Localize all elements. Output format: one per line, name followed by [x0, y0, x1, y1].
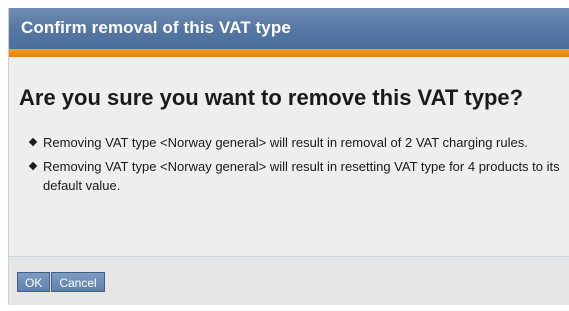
button-bar: OK Cancel: [9, 257, 569, 305]
consequence-list: Removing VAT type <Norway general> will …: [9, 133, 569, 195]
ok-button[interactable]: OK: [17, 272, 51, 292]
dialog-title: Confirm removal of this VAT type: [21, 18, 291, 37]
title-accent-rule: [9, 49, 569, 57]
bullet-diamond-icon: [28, 161, 38, 171]
consequence-item: Removing VAT type <Norway general> will …: [28, 133, 569, 152]
dialog-title-bar: Confirm removal of this VAT type: [9, 8, 569, 49]
consequence-text: Removing VAT type <Norway general> will …: [43, 135, 528, 150]
confirmation-question: Are you sure you want to remove this VAT…: [19, 85, 524, 110]
cancel-button[interactable]: Cancel: [51, 272, 105, 292]
confirm-removal-dialog: Confirm removal of this VAT type Are you…: [8, 8, 569, 305]
consequence-item: Removing VAT type <Norway general> will …: [28, 157, 569, 195]
bullet-diamond-icon: [28, 137, 38, 147]
dialog-body: Are you sure you want to remove this VAT…: [9, 57, 569, 256]
consequence-text: Removing VAT type <Norway general> will …: [43, 159, 560, 193]
